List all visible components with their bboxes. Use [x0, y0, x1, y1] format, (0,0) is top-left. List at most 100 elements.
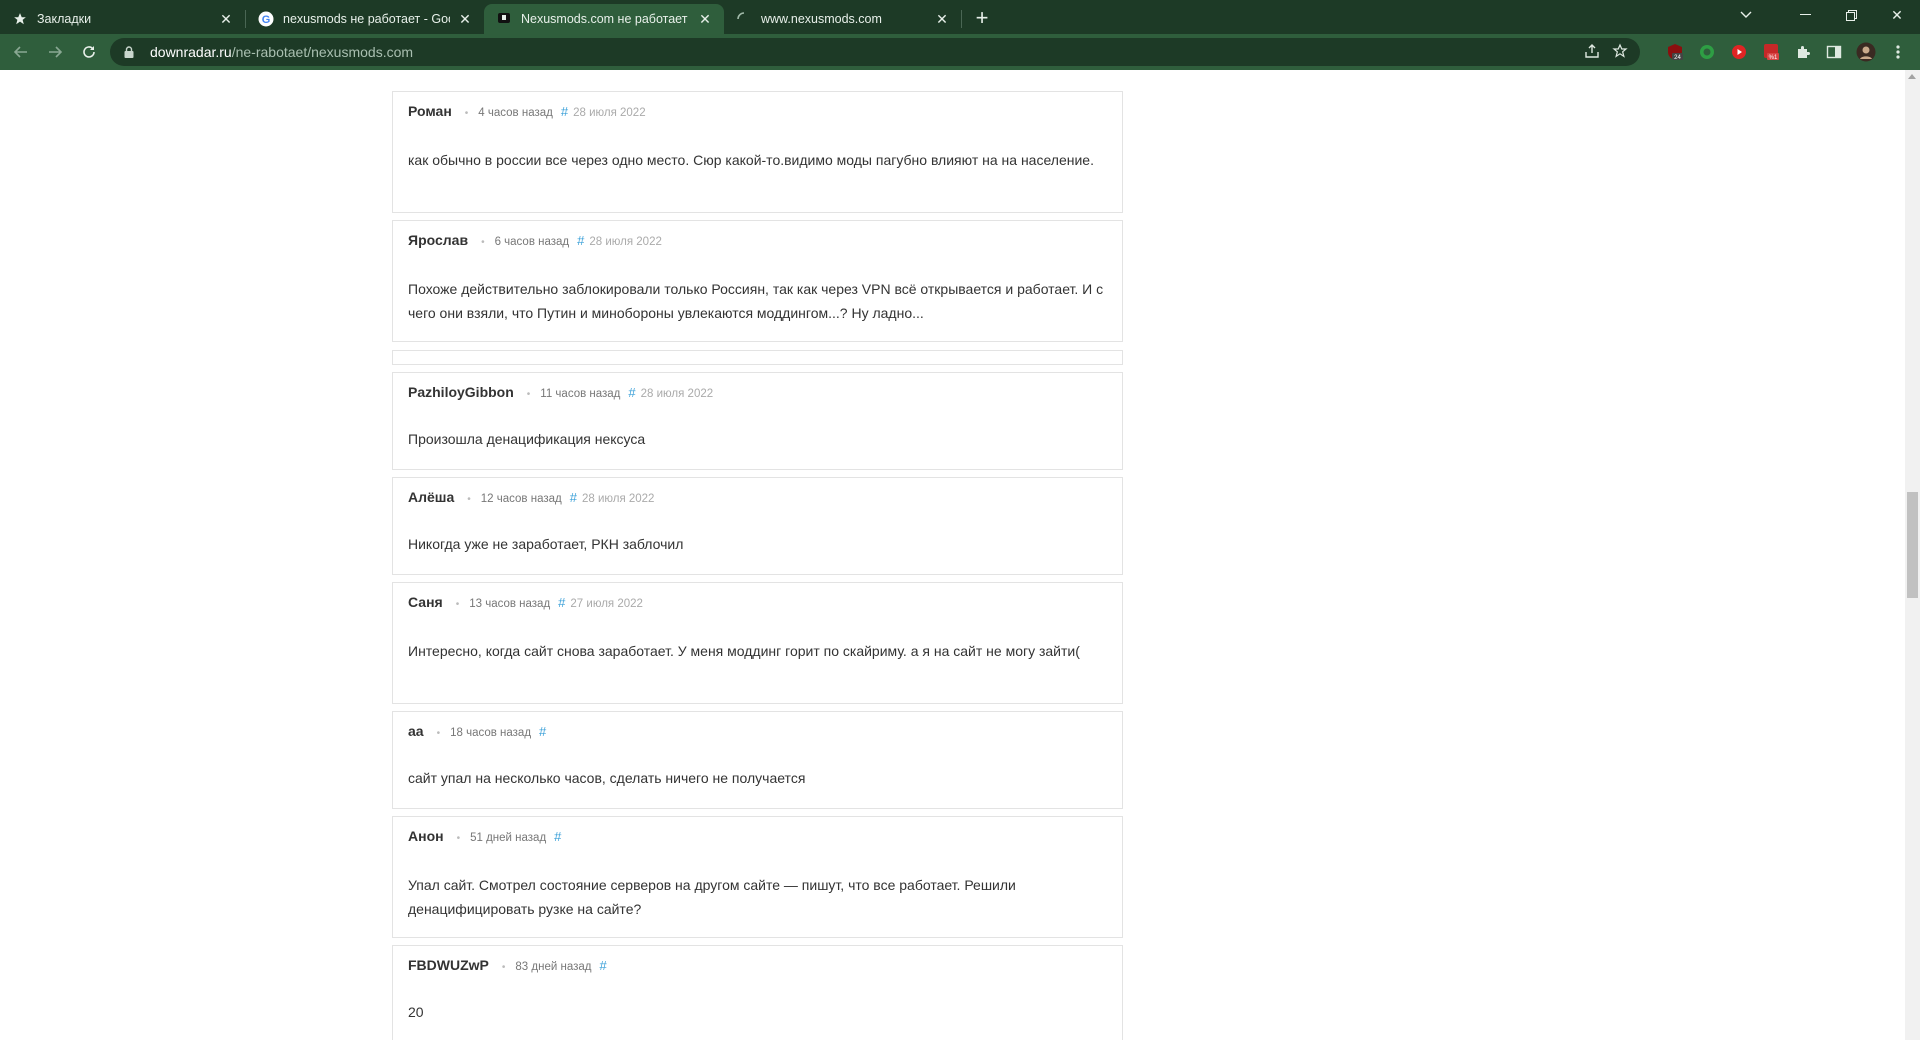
comment-date: 28 июля 2022	[581, 493, 655, 505]
star-icon	[12, 11, 28, 27]
window-controls: ✕	[1782, 0, 1920, 30]
comment-text: Упал сайт. Смотрел состояние серверов на…	[408, 877, 1016, 917]
comment-date: 28 июля 2022	[640, 388, 714, 400]
comment-permalink[interactable]: #	[628, 385, 635, 400]
comment-time-ago: 83 дней назад	[515, 961, 592, 973]
comment-header: Саня • 13 часов назад # 27 июля 2022	[408, 594, 643, 610]
loading-spinner-icon	[736, 11, 752, 27]
svg-text:%1: %1	[1769, 55, 1778, 61]
comment-header: Алёша • 12 часов назад # 28 июля 2022	[408, 489, 654, 505]
comment-header: FBDWUZwP • 83 дней назад #	[408, 957, 607, 973]
separator-dot: •	[501, 962, 506, 973]
comment-time-ago: 11 часов назад	[540, 388, 621, 400]
comment-permalink[interactable]: #	[570, 490, 577, 505]
google-icon: G	[258, 11, 274, 27]
comment-permalink[interactable]: #	[561, 104, 568, 119]
comment-author: Алёша	[408, 489, 455, 505]
tab-bookmarks[interactable]: Закладки ✕	[0, 4, 245, 34]
lock-icon[interactable]	[122, 45, 136, 59]
separator-dot: •	[481, 237, 485, 248]
comment-permalink[interactable]: #	[554, 829, 561, 844]
comment-permalink[interactable]: #	[539, 724, 546, 739]
comment-time-ago: 18 часов назад	[450, 727, 532, 739]
comment-author: Анон	[408, 828, 444, 844]
separator-dot: •	[526, 389, 531, 400]
comment: аа • 18 часов назад # сайт упал на неско…	[392, 711, 1123, 809]
separator-dot: •	[436, 728, 441, 739]
tab-search-chevron-icon[interactable]	[1732, 4, 1760, 26]
scrollbar-thumb[interactable]	[1907, 492, 1918, 598]
comment-permalink[interactable]: #	[599, 958, 606, 973]
extension-green-circle-icon[interactable]	[1697, 42, 1717, 62]
back-arrow-icon[interactable]	[6, 37, 36, 67]
svg-text:24: 24	[1674, 55, 1681, 61]
comment-time-ago: 4 часов назад	[478, 107, 553, 119]
comment-text: 20	[408, 1004, 424, 1020]
tab-title: Nexusmods.com не работает се	[521, 12, 690, 26]
site-favicon	[496, 11, 512, 27]
extension-discount-icon[interactable]: %1	[1762, 42, 1782, 62]
close-window-icon[interactable]: ✕	[1874, 0, 1920, 30]
close-icon[interactable]: ✕	[696, 10, 714, 28]
comment: PazhiloyGibbon • 11 часов назад # 28 июл…	[392, 372, 1123, 470]
tab-google-search[interactable]: G nexusmods не работает - Googl ✕	[246, 4, 484, 34]
comment: Анон • 51 дней назад # Упал сайт. Смотре…	[392, 816, 1123, 938]
url-text: downradar.ru/ne-rabotaet/nexusmods.com	[150, 44, 413, 60]
bookmark-star-icon[interactable]	[1612, 43, 1628, 63]
minimize-icon[interactable]	[1782, 0, 1828, 30]
reload-icon[interactable]	[74, 37, 104, 67]
tab-nexusmods[interactable]: www.nexusmods.com ✕	[724, 4, 961, 34]
comment-time-ago: 12 часов назад	[480, 493, 562, 505]
restore-icon[interactable]	[1828, 0, 1874, 30]
comment-header: PazhiloyGibbon • 11 часов назад # 28 июл…	[408, 384, 713, 400]
comment: Саня • 13 часов назад # 27 июля 2022 Инт…	[392, 582, 1123, 704]
comment-permalink[interactable]: #	[577, 233, 584, 248]
extension-youtube-icon[interactable]	[1729, 42, 1749, 62]
comment: FBDWUZwP • 83 дней назад # 20	[392, 945, 1123, 1040]
comment-time-ago: 13 часов назад	[469, 598, 551, 610]
profile-avatar[interactable]	[1855, 42, 1877, 62]
empty-block	[392, 350, 1123, 365]
comment-text: сайт упал на несколько часов, сделать ни…	[408, 770, 806, 786]
close-icon[interactable]: ✕	[456, 10, 474, 28]
page-scrollbar[interactable]	[1905, 70, 1920, 1040]
comment-time-ago: 6 часов назад	[494, 236, 570, 248]
omnibox-actions	[1584, 43, 1628, 63]
url-path: /ne-rabotaet/nexusmods.com	[231, 44, 414, 60]
comment-date: 28 июля 2022	[573, 107, 646, 119]
share-icon[interactable]	[1584, 43, 1600, 63]
comment-header: аа • 18 часов назад #	[408, 723, 546, 739]
comment-date: 28 июля 2022	[589, 236, 662, 248]
comment-permalink[interactable]: #	[558, 595, 565, 610]
chrome-menu-icon[interactable]	[1890, 42, 1906, 62]
tab-downradar[interactable]: Nexusmods.com не работает се ✕	[484, 4, 724, 34]
url-host: downradar.ru	[150, 44, 232, 60]
comment-text: Произошла денацификация нексуса	[408, 431, 646, 447]
tab-title: nexusmods не работает - Googl	[283, 12, 450, 26]
comment-header: Анон • 51 дней назад #	[408, 828, 561, 844]
comment-header: Роман • 4 часов назад # 28 июля 2022	[408, 103, 646, 119]
tab-title: Закладки	[37, 12, 92, 26]
comment: Алёша • 12 часов назад # 28 июля 2022 Ни…	[392, 477, 1123, 575]
comment: Ярослав • 6 часов назад # 28 июля 2022 П…	[392, 220, 1123, 342]
scroll-up-arrow-icon[interactable]	[1908, 74, 1916, 79]
extension-ublock-icon[interactable]: 24	[1665, 42, 1685, 62]
comment-author: Ярослав	[408, 232, 469, 248]
comment-author: Роман	[408, 103, 452, 119]
forward-arrow-icon[interactable]	[40, 37, 70, 67]
comment-text: Похоже действительно заблокировали тольк…	[408, 281, 1104, 321]
close-icon[interactable]: ✕	[933, 10, 951, 28]
comment-author: аа	[408, 723, 424, 739]
comment: Роман • 4 часов назад # 28 июля 2022 как…	[392, 91, 1123, 213]
extensions-puzzle-icon[interactable]	[1793, 42, 1813, 62]
new-tab-button[interactable]: +	[968, 4, 996, 32]
browser-toolbar: downradar.ru/ne-rabotaet/nexusmods.com	[0, 34, 1920, 70]
close-icon[interactable]: ✕	[217, 10, 235, 28]
comment-author: PazhiloyGibbon	[408, 384, 514, 400]
comment-author: FBDWUZwP	[408, 957, 489, 973]
side-panel-icon[interactable]	[1824, 42, 1844, 62]
comment-text: Интересно, когда сайт снова заработает. …	[408, 643, 1080, 659]
comment-text: Никогда уже не заработает, РКН заблочил	[408, 536, 684, 552]
comment-author: Саня	[408, 594, 443, 610]
address-bar[interactable]: downradar.ru/ne-rabotaet/nexusmods.com	[110, 38, 1640, 66]
